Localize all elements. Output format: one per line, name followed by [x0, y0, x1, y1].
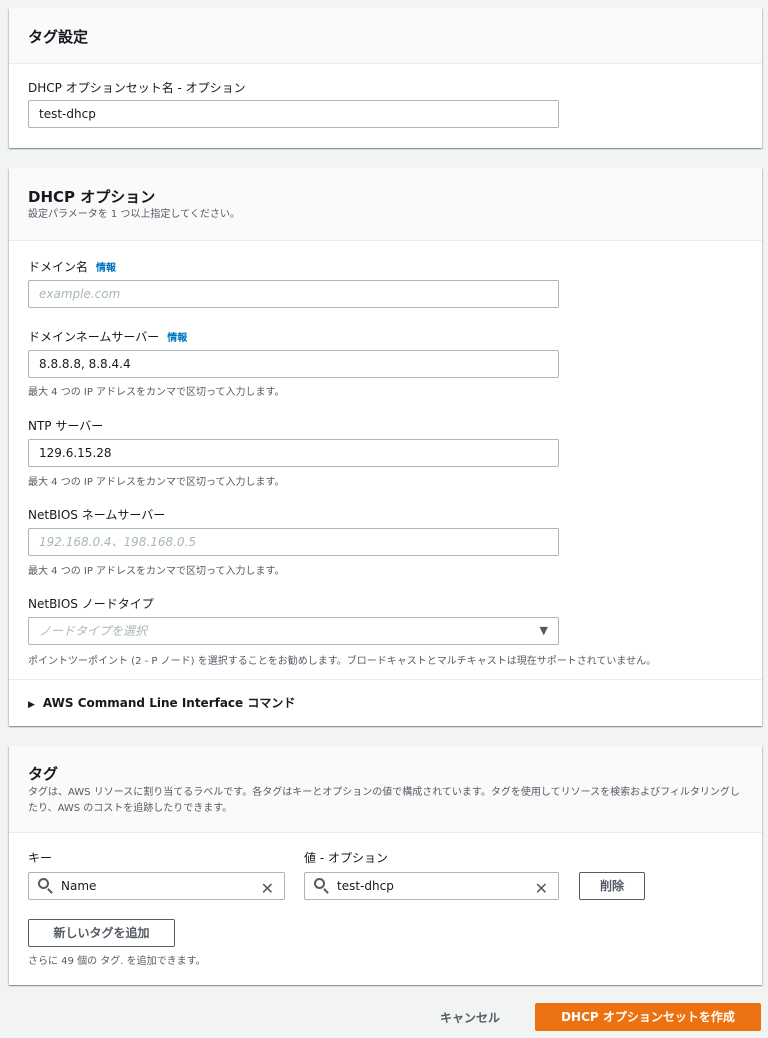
search-icon: [38, 878, 49, 889]
remove-tag-button[interactable]: 削除: [579, 872, 645, 900]
panel-title: DHCP オプション: [28, 188, 156, 206]
panel-header: DHCP オプション 設定パラメータを 1 つ以上指定してください。: [9, 168, 762, 241]
domain-name-input[interactable]: example.com: [28, 280, 559, 308]
tags-remaining: さらに 49 個の タグ. を追加できます。: [28, 956, 206, 967]
domain-name-label: ドメイン名 情報: [28, 260, 117, 274]
name-input[interactable]: test-dhcp: [28, 100, 559, 128]
select-placeholder: ノードタイプを選択: [39, 624, 148, 638]
caret-right-icon: ▶: [28, 700, 35, 710]
divider: [9, 679, 762, 680]
clear-icon[interactable]: ✕: [261, 876, 274, 902]
cli-expander[interactable]: ▶ AWS Command Line Interface コマンド: [28, 694, 295, 711]
panel-title: タグ: [28, 765, 59, 783]
netbios-ns-input[interactable]: 192.168.0.4、198.168.0.5: [28, 528, 559, 556]
value-label: 値 - オプション: [304, 851, 388, 865]
ntp-label: NTP サーバー: [28, 419, 104, 433]
tag-settings-panel: タグ設定 DHCP オプションセット名 - オプション test-dhcp: [9, 8, 762, 148]
cancel-button[interactable]: キャンセル: [440, 1009, 500, 1026]
key-label: キー: [28, 851, 53, 865]
netbios-node-select[interactable]: ノードタイプを選択 ▼: [28, 617, 559, 645]
create-button[interactable]: DHCP オプションセットを作成: [535, 1003, 761, 1031]
netbios-node-hint: ポイントツーポイント (2 - P ノード) を選択することをお勧めします。ブロ…: [28, 656, 657, 667]
caret-down-icon: ▼: [539, 624, 548, 637]
ntp-input[interactable]: 129.6.15.28: [28, 439, 559, 467]
netbios-node-label: NetBIOS ノードタイプ: [28, 597, 154, 611]
tag-key-input[interactable]: Name ✕: [28, 872, 285, 900]
panel-subtitle: 設定パラメータを 1 つ以上指定してください。: [28, 209, 240, 220]
dns-hint: 最大 4 つの IP アドレスをカンマで区切って入力します。: [28, 387, 285, 398]
netbios-ns-hint: 最大 4 つの IP アドレスをカンマで区切って入力します。: [28, 566, 285, 577]
panel-header: タグ設定: [9, 8, 762, 64]
dns-input[interactable]: 8.8.8.8, 8.8.4.4: [28, 350, 559, 378]
netbios-ns-label: NetBIOS ネームサーバー: [28, 508, 166, 522]
info-link[interactable]: 情報: [167, 333, 187, 344]
dhcp-options-panel: DHCP オプション 設定パラメータを 1 つ以上指定してください。 ドメイン名…: [9, 168, 762, 726]
search-icon: [314, 878, 325, 889]
clear-icon[interactable]: ✕: [535, 876, 548, 902]
panel-description: タグは、AWS リソースに割り当てるラベルです。各タグはキーとオプションの値で構…: [28, 787, 740, 814]
tag-value-input[interactable]: test-dhcp ✕: [304, 872, 559, 900]
panel-title: タグ設定: [28, 28, 89, 46]
add-tag-button[interactable]: 新しいタグを追加: [28, 919, 175, 947]
name-label: DHCP オプションセット名 - オプション: [28, 81, 246, 95]
panel-header: タグ タグは、AWS リソースに割り当てるラベルです。各タグはキーとオプションの…: [9, 746, 762, 833]
info-link[interactable]: 情報: [96, 263, 116, 274]
tags-panel: タグ タグは、AWS リソースに割り当てるラベルです。各タグはキーとオプションの…: [9, 746, 762, 985]
dns-label: ドメインネームサーバー 情報: [28, 330, 188, 344]
ntp-hint: 最大 4 つの IP アドレスをカンマで区切って入力します。: [28, 477, 285, 488]
